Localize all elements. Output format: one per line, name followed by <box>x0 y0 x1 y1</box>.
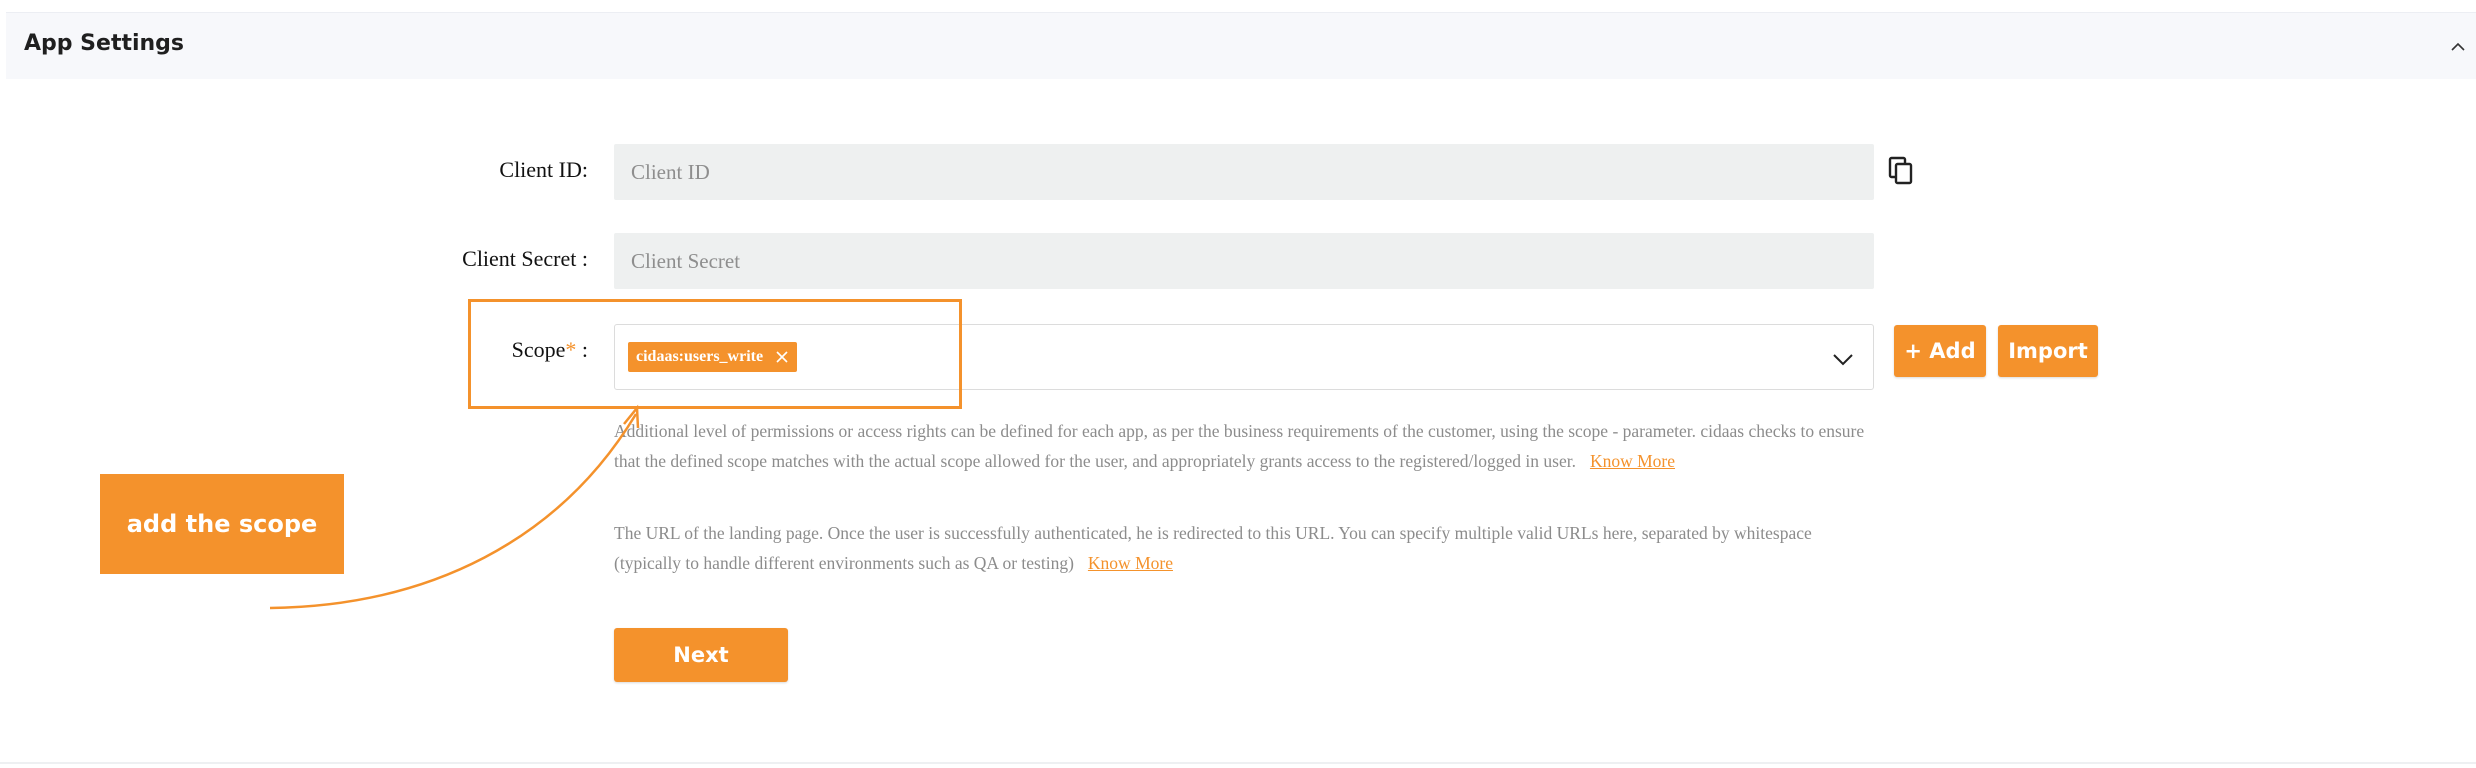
chevron-down-icon[interactable] <box>1831 347 1855 371</box>
redirect-help-text: The URL of the landing page. Once the us… <box>614 518 1834 578</box>
scope-know-more-link[interactable]: Know More <box>1590 451 1675 471</box>
client-id-label: Client ID: <box>499 157 588 182</box>
client-id-field[interactable]: Client ID <box>614 144 1874 200</box>
header-title: App Settings <box>24 31 185 56</box>
app-settings-header[interactable]: App Settings <box>6 12 2476 79</box>
chevron-up-icon[interactable] <box>2448 37 2468 57</box>
divider <box>0 762 2476 764</box>
client-secret-placeholder: Client Secret <box>631 249 741 273</box>
scope-help-text: Additional level of permissions or acces… <box>614 416 1884 476</box>
client-secret-label: Client Secret : <box>462 246 588 271</box>
redirect-help-body: The URL of the landing page. Once the us… <box>614 523 1812 573</box>
scope-help-body: Additional level of permissions or acces… <box>614 421 1865 471</box>
import-button[interactable]: Import <box>1998 325 2098 377</box>
annotation-highlight-box <box>468 299 962 409</box>
client-secret-field[interactable]: Client Secret <box>614 233 1874 289</box>
client-id-placeholder: Client ID <box>631 160 710 184</box>
add-scope-button[interactable]: + Add <box>1894 325 1986 377</box>
next-button[interactable]: Next <box>614 628 788 682</box>
redirect-know-more-link[interactable]: Know More <box>1088 553 1173 573</box>
annotation-callout: add the scope <box>100 474 344 574</box>
copy-icon[interactable] <box>1888 156 1914 186</box>
